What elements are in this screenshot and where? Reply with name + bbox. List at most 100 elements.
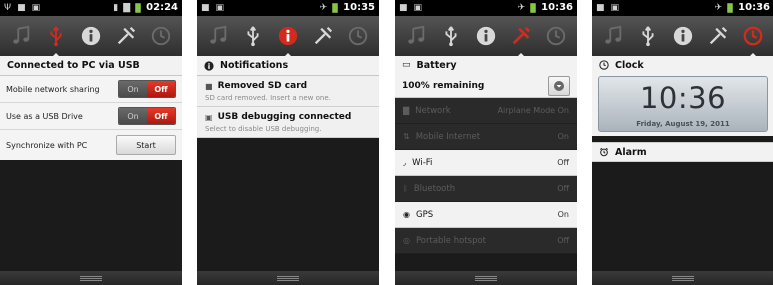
setting-row-network: ▇ Network Airplane Mode On — [395, 98, 577, 124]
setting-label: Wi-Fi — [412, 157, 433, 168]
usb-drive-row: Use as a USB Drive On Off — [0, 103, 182, 130]
setting-value: Off — [557, 236, 569, 245]
quick-tabs — [0, 16, 182, 58]
phone-screen-usb: Ψ ■ ▣ ▮ ▇ 02:24 Connected to PC via USB … — [0, 0, 182, 285]
phone-screen-settings: ■ ▣ ✈ 10:36 ▭ Battery 100% remaining ▇ N… — [395, 0, 577, 285]
tab-music[interactable] — [8, 23, 34, 49]
music-icon — [605, 25, 622, 44]
toggle-off-option[interactable]: Off — [147, 108, 175, 124]
toggle-on-option[interactable]: On — [119, 108, 147, 124]
hotspot-icon: ◎ — [403, 236, 410, 245]
sdcard-notification-icon: ■ — [17, 2, 26, 13]
bluetooth-icon: ᛒ — [403, 184, 408, 193]
usb-debug-notification-icon: ▣ — [215, 2, 225, 13]
tab-music[interactable] — [600, 23, 626, 49]
setting-label: Portable hotspot — [415, 235, 487, 246]
grip-icon — [672, 275, 694, 281]
tab-info[interactable] — [275, 23, 301, 58]
music-icon — [210, 25, 227, 44]
start-sync-button[interactable]: Start — [116, 135, 176, 155]
notification-subtitle: SD card removed. Insert a new one. — [205, 94, 331, 102]
tab-music[interactable] — [403, 23, 429, 49]
info-icon — [278, 26, 298, 46]
info-icon — [81, 26, 101, 46]
sdcard-notification-icon: ■ — [201, 2, 210, 13]
tab-usb[interactable] — [635, 23, 661, 49]
airplane-icon: ✈ — [319, 3, 328, 13]
mobile-network-sharing-row: Mobile network sharing On Off — [0, 76, 182, 103]
battery-remaining: 100% remaining — [402, 80, 485, 91]
usb-icon — [50, 26, 62, 47]
clock-title: Clock — [615, 59, 644, 71]
setting-value: On — [557, 132, 569, 141]
tab-clock[interactable] — [345, 23, 371, 49]
setting-label: Bluetooth — [413, 183, 456, 194]
tab-info[interactable] — [78, 23, 104, 49]
gps-icon: ◉ — [403, 210, 410, 219]
clock-icon — [599, 60, 609, 70]
alarm-label: Alarm — [615, 146, 647, 158]
tab-clock[interactable] — [740, 23, 766, 58]
status-bar: ■ ▣ ✈ 10:35 — [197, 0, 379, 16]
clock-icon — [348, 26, 367, 46]
status-time: 10:35 — [343, 2, 375, 13]
tab-tools[interactable] — [310, 23, 336, 49]
setting-value: Airplane Mode On — [497, 106, 569, 115]
battery-icon — [135, 3, 142, 13]
drawer-handle[interactable] — [0, 271, 182, 285]
sdcard-icon: ■ — [205, 81, 213, 91]
settings-panel: ▭ Battery 100% remaining ▇ Network Airpl… — [395, 56, 577, 271]
tab-clock[interactable] — [148, 23, 174, 49]
battery-icon — [332, 3, 339, 13]
tab-clock[interactable] — [543, 23, 569, 49]
usb-drive-toggle[interactable]: On Off — [118, 107, 176, 125]
status-bar: Ψ ■ ▣ ▮ ▇ 02:24 — [0, 0, 182, 16]
setting-row-wifi[interactable]: ◞ Wi-Fi Off — [395, 150, 577, 176]
notifications-title: Notifications — [220, 60, 289, 71]
setting-row-mobile-internet: ⇅ Mobile Internet On — [395, 124, 577, 150]
clock-icon — [546, 26, 565, 46]
tools-icon — [709, 26, 727, 45]
alarm-row[interactable]: Alarm — [592, 142, 773, 162]
tab-music[interactable] — [205, 23, 231, 49]
toggle-on-option[interactable]: On — [119, 81, 147, 97]
status-bar: ■ ▣ ✈ 10:36 — [395, 0, 577, 16]
usb-debug-notification-icon: ▣ — [31, 2, 41, 13]
tools-icon — [314, 26, 332, 45]
tab-usb[interactable] — [438, 23, 464, 49]
tools-icon — [512, 26, 531, 45]
clock-date: Friday, August 19, 2011 — [636, 120, 730, 128]
wifi-icon: ◞ — [403, 158, 407, 167]
setting-value: On — [557, 210, 569, 219]
tab-tools[interactable] — [705, 23, 731, 49]
sync-pc-row: Synchronize with PC Start — [0, 130, 182, 160]
mobile-network-sharing-toggle[interactable]: On Off — [118, 80, 176, 98]
drawer-handle[interactable] — [395, 271, 577, 285]
tab-tools[interactable] — [508, 23, 534, 58]
quick-tabs — [395, 16, 577, 58]
notification-item[interactable]: ■ Removed SD card SD card removed. Inser… — [197, 76, 379, 107]
usb-icon — [642, 26, 654, 47]
clock-widget[interactable]: 10:36 Friday, August 19, 2011 — [598, 76, 768, 132]
tab-usb[interactable] — [43, 23, 69, 58]
notification-title: Removed SD card — [217, 81, 308, 91]
usb-icon — [247, 26, 259, 47]
airplane-icon: ✈ — [714, 3, 723, 13]
battery-details-button[interactable] — [548, 75, 570, 96]
tab-tools[interactable] — [113, 23, 139, 49]
drawer-handle[interactable] — [592, 271, 773, 285]
clock-icon — [743, 26, 762, 46]
setting-row-gps[interactable]: ◉ GPS On — [395, 202, 577, 228]
notification-item[interactable]: ▣ USB debugging connected Select to disa… — [197, 107, 379, 138]
mobile-network-sharing-label: Mobile network sharing — [6, 84, 100, 94]
drawer-handle[interactable] — [197, 271, 379, 285]
tab-usb[interactable] — [240, 23, 266, 49]
usb-panel: Connected to PC via USB Mobile network s… — [0, 56, 182, 271]
toggle-off-option[interactable]: Off — [147, 81, 175, 97]
music-icon — [13, 25, 30, 44]
battery-icon: ▭ — [402, 60, 411, 70]
clock-icon — [151, 26, 170, 46]
tab-info[interactable] — [473, 23, 499, 49]
status-time: 02:24 — [146, 2, 178, 13]
tab-info[interactable] — [670, 23, 696, 49]
